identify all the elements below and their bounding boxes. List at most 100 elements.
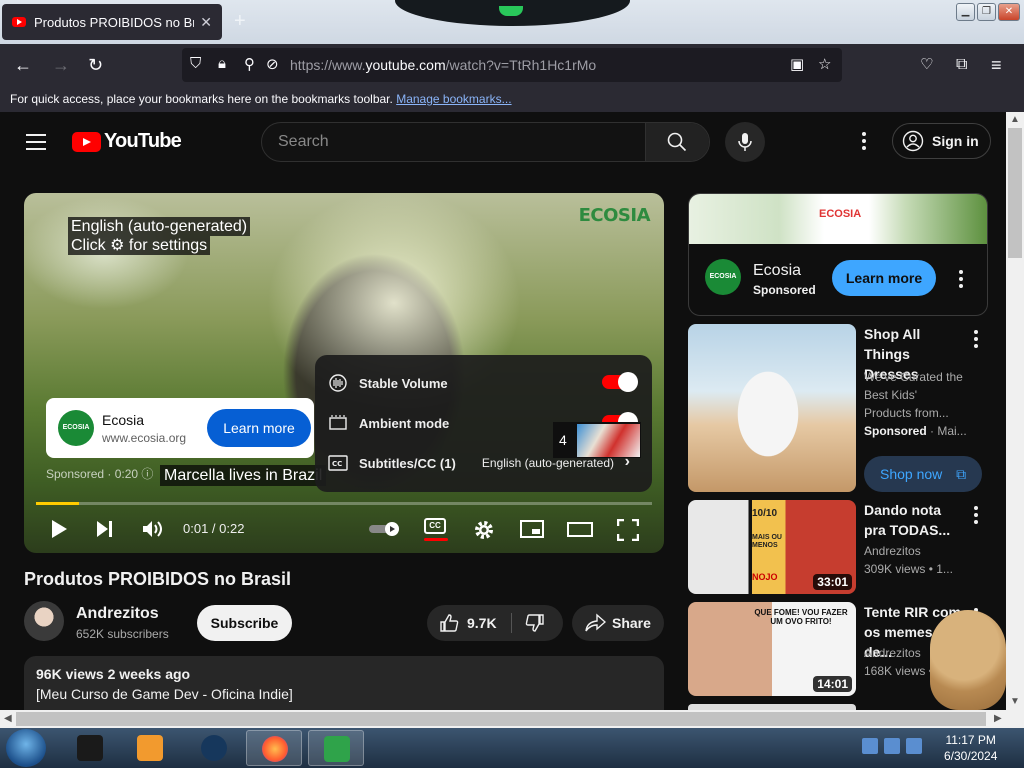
stable-volume-toggle[interactable] [602, 372, 638, 392]
channel-name[interactable]: Andrezitos [76, 605, 159, 623]
like-count[interactable]: 9.7K [467, 615, 497, 631]
taskbar-app[interactable] [308, 730, 364, 766]
progress-bar[interactable] [36, 502, 652, 505]
dislike-icon[interactable] [525, 613, 545, 633]
setting-stable-volume[interactable]: Stable Volume [315, 363, 652, 403]
shop-now-button[interactable]: Shop now ⧉ [864, 456, 982, 492]
close-window-button[interactable]: ✕ [998, 3, 1020, 21]
ad-banner-image[interactable]: ECOSIA [689, 194, 987, 244]
advertiser-url: www.ecosia.org [102, 431, 187, 445]
shop-ad-image[interactable] [688, 324, 856, 492]
url-path: /watch?v=TtRh1Hc1rMo [445, 57, 597, 73]
voice-search-button[interactable] [725, 122, 765, 162]
lock-icon[interactable]: 🔒︎ [218, 55, 226, 72]
desktop-pet-hamster[interactable] [930, 610, 1006, 710]
fullscreen-icon[interactable] [617, 519, 639, 541]
tray-icon[interactable] [906, 738, 922, 754]
pocket-icon[interactable]: ♡ [920, 55, 933, 75]
scroll-up-arrow-icon[interactable]: ▲ [1010, 114, 1020, 125]
shield-icon[interactable]: ⛉ [190, 55, 201, 72]
miniplayer-icon[interactable] [520, 519, 544, 539]
next-icon[interactable] [96, 519, 114, 539]
shop-ad[interactable]: Shop All Things Dresses We've Curated th… [688, 324, 988, 494]
bookmark-star-icon[interactable]: ☆ [818, 55, 831, 73]
scroll-left-arrow-icon[interactable]: ◀ [4, 713, 12, 724]
manage-bookmarks-link[interactable]: Manage bookmarks... [396, 92, 511, 106]
extensions-icon[interactable]: ⧉ [956, 55, 967, 75]
ecosia-logo: ECOSIA [705, 259, 741, 295]
video-more-icon[interactable] [974, 506, 978, 527]
vertical-scroll-thumb[interactable] [1008, 128, 1022, 258]
taskbar-app[interactable] [122, 730, 178, 766]
search-button[interactable] [645, 123, 709, 161]
settings-gear-icon[interactable] [473, 519, 495, 541]
new-tab-button[interactable]: + [234, 10, 246, 33]
shop-ad-more-icon[interactable] [974, 330, 978, 351]
sidebar-ad-sponsored: Sponsored [753, 283, 816, 297]
channel-avatar[interactable] [24, 601, 64, 641]
shop-ad-sponsored-rest: · Mai... [926, 424, 967, 438]
horizontal-scroll-thumb[interactable] [16, 712, 986, 726]
like-separator [511, 613, 512, 633]
reader-view-icon[interactable]: ▣ [790, 55, 804, 73]
search-input[interactable]: Search [278, 133, 329, 151]
ecosia-logo: ECOSIA [58, 410, 94, 446]
play-icon[interactable] [50, 519, 68, 539]
url-text[interactable]: https://www.youtube.com/watch?v=TtRh1Hc1… [290, 57, 596, 73]
theater-mode-icon[interactable] [567, 519, 593, 539]
scroll-down-arrow-icon[interactable]: ▼ [1010, 696, 1020, 707]
tray-icon[interactable] [884, 738, 900, 754]
video-channel[interactable]: Andrezitos [864, 544, 921, 558]
video-channel[interactable]: Andrezitos [864, 646, 921, 660]
sign-in-button[interactable]: Sign in [892, 123, 991, 159]
video-thumbnail[interactable]: QUE FOME! VOU FAZER UM OVO FRITO! 14:01 [688, 602, 856, 696]
share-button[interactable]: Share [572, 605, 664, 641]
tracking-off-icon[interactable]: ⊘ [266, 55, 279, 73]
taskbar-app-firefox[interactable] [246, 730, 302, 766]
youtube-logo[interactable]: YouTube [72, 130, 182, 153]
setting-value: English (auto-generated) [481, 456, 614, 470]
close-tab-icon[interactable]: ✕ [200, 14, 212, 31]
like-dislike-bar: 9.7K [427, 605, 563, 641]
settings-kebab-icon[interactable] [862, 132, 866, 153]
youtube-favicon-icon [12, 17, 26, 27]
ad-more-icon[interactable] [959, 270, 963, 291]
video-title[interactable]: Dando nota pra TODAS... [864, 500, 964, 540]
restore-button[interactable]: ❐ [977, 3, 996, 21]
forward-arrow-icon[interactable]: → [52, 55, 70, 75]
sidebar-ad[interactable]: ECOSIA ECOSIA Ecosia Sponsored Learn mor… [688, 193, 988, 316]
clock[interactable]: 11:17 PM 6/30/2024 [944, 732, 997, 764]
menu-hamburger-icon[interactable]: ≡ [991, 55, 1002, 75]
guide-menu-icon[interactable] [26, 134, 46, 155]
sidebar-learn-more-button[interactable]: Learn more [832, 260, 936, 296]
permissions-icon[interactable]: ⚲ [244, 55, 255, 73]
back-arrow-icon[interactable]: ← [14, 55, 32, 75]
start-button[interactable] [6, 729, 46, 767]
description-box[interactable]: 96K views 2 weeks ago [Meu Curso de Game… [24, 656, 664, 710]
captions-button[interactable]: CC [424, 518, 446, 534]
horizontal-scrollbar[interactable]: ◀ ▶ [0, 710, 1024, 728]
search-box[interactable]: Search [261, 122, 710, 162]
subscribe-button[interactable]: Subscribe [197, 605, 292, 641]
tray-icon[interactable] [862, 738, 878, 754]
address-bar[interactable]: ⛉ 🔒︎ ⚲ ⊘ https://www.youtube.com/watch?v… [182, 48, 842, 82]
bookmarks-hint: For quick access, place your bookmarks h… [10, 92, 393, 106]
queue-preview[interactable]: 4 [553, 422, 641, 458]
ad-overlay-card[interactable]: ECOSIA Ecosia www.ecosia.org Learn more [46, 398, 314, 458]
learn-more-button[interactable]: Learn more [207, 409, 311, 447]
window-controls: ▁ ❐ ✕ [956, 3, 1020, 21]
queue-thumbnail [577, 424, 640, 457]
taskbar-app[interactable] [62, 730, 118, 766]
recommended-video[interactable]: 10/10 MAIS OU MENOS NOJO 33:01 Dando not… [688, 500, 988, 594]
video-thumbnail[interactable]: 10/10 MAIS OU MENOS NOJO 33:01 [688, 500, 856, 594]
youtube-play-logo-icon [72, 131, 101, 152]
taskbar-app[interactable] [186, 730, 242, 766]
like-icon[interactable] [439, 613, 459, 633]
scroll-right-arrow-icon[interactable]: ▶ [994, 713, 1002, 724]
minimize-button[interactable]: ▁ [956, 3, 975, 21]
volume-icon[interactable] [142, 519, 164, 539]
vertical-scrollbar[interactable]: ▲ ▼ [1006, 112, 1024, 710]
browser-tab[interactable]: Produtos PROIBIDOS no Brasil ✕ [2, 4, 222, 40]
autoplay-toggle-icon[interactable] [368, 521, 402, 537]
reload-icon[interactable]: ↻ [88, 55, 103, 75]
